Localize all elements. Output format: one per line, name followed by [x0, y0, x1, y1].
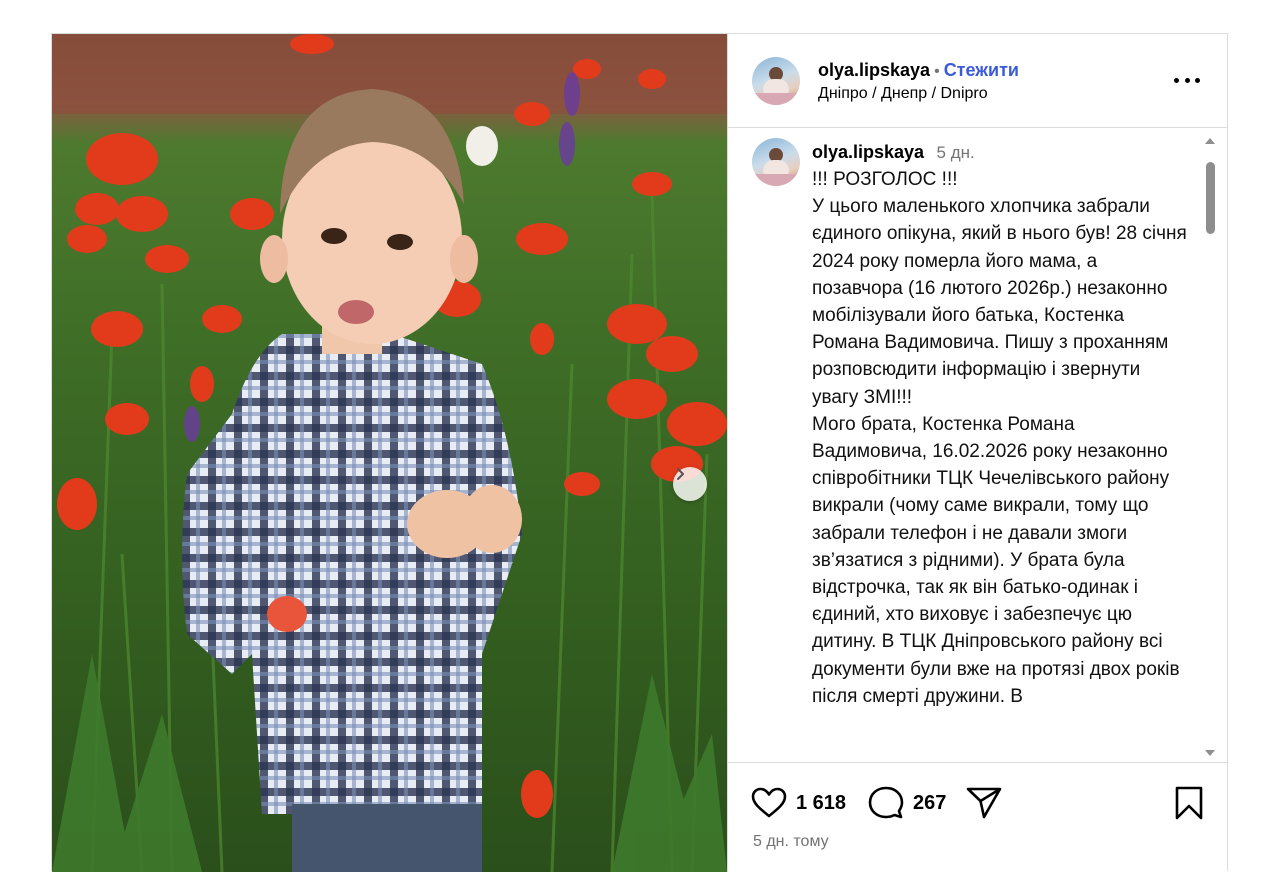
author-line: olya.lipskaya • Стежити	[818, 60, 1019, 81]
likes-count[interactable]: 1 618	[796, 792, 846, 815]
post-header: olya.lipskaya • Стежити Дніпро / Днепр / D…	[728, 34, 1228, 128]
author-username[interactable]: olya.lipskaya	[818, 60, 930, 80]
more-options-button[interactable]	[1174, 70, 1200, 90]
post-location[interactable]: Дніпро / Днепр / Dnipro	[818, 85, 988, 103]
comments-scrollbar[interactable]	[1204, 136, 1216, 756]
caption-avatar[interactable]	[752, 138, 800, 186]
separator-dot: •	[934, 63, 940, 80]
comment-icon[interactable]	[868, 785, 904, 821]
next-photo-button[interactable]	[673, 467, 707, 501]
caption-meta: olya.lipskaya 5 дн.	[812, 142, 975, 163]
heart-icon[interactable]	[751, 787, 787, 819]
send-icon[interactable]	[966, 786, 1002, 820]
caption-text: !!! РОЗГОЛОС !!! У цього маленького хлоп…	[812, 169, 1187, 707]
author-avatar[interactable]	[752, 57, 800, 105]
bookmark-icon[interactable]	[1174, 785, 1204, 821]
more-icon	[1174, 77, 1179, 83]
comments-area[interactable]: olya.lipskaya 5 дн. !!! РОЗГОЛОС !!! У ц…	[728, 128, 1228, 762]
chevron-right-icon	[677, 468, 684, 480]
post-side-panel: olya.lipskaya • Стежити Дніпро / Днепр / D…	[727, 34, 1228, 872]
post-dialog: olya.lipskaya • Стежити Дніпро / Днепр / D…	[51, 33, 1228, 872]
scroll-up-arrow-icon[interactable]	[1204, 136, 1216, 146]
follow-button[interactable]: Стежити	[944, 60, 1019, 80]
photo-illustration	[52, 34, 727, 872]
comments-count[interactable]: 267	[913, 792, 946, 815]
post-actions: 1 618 267 5 дн. тому	[728, 762, 1228, 872]
caption-username[interactable]: olya.lipskaya	[812, 142, 924, 162]
caption-time[interactable]: 5 дн.	[937, 143, 975, 162]
post-photo	[52, 34, 727, 872]
post-time-ago[interactable]: 5 дн. тому	[753, 833, 829, 851]
scroll-down-arrow-icon[interactable]	[1204, 748, 1216, 758]
scroll-thumb[interactable]	[1206, 162, 1215, 234]
